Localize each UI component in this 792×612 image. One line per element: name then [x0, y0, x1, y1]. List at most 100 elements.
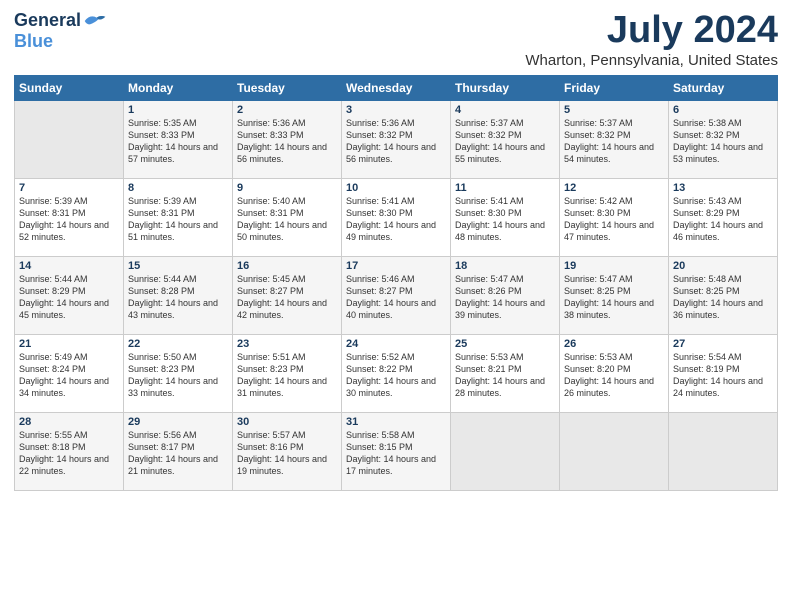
table-row: 5Sunrise: 5:37 AMSunset: 8:32 PMDaylight…: [560, 100, 669, 178]
cell-info: Sunrise: 5:44 AMSunset: 8:28 PMDaylight:…: [128, 273, 228, 322]
cell-info: Sunrise: 5:39 AMSunset: 8:31 PMDaylight:…: [128, 195, 228, 244]
calendar-week-row: 21Sunrise: 5:49 AMSunset: 8:24 PMDayligh…: [15, 334, 778, 412]
cell-info: Sunrise: 5:49 AMSunset: 8:24 PMDaylight:…: [19, 351, 119, 400]
table-row: 6Sunrise: 5:38 AMSunset: 8:32 PMDaylight…: [669, 100, 778, 178]
table-row: 17Sunrise: 5:46 AMSunset: 8:27 PMDayligh…: [342, 256, 451, 334]
calendar-week-row: 28Sunrise: 5:55 AMSunset: 8:18 PMDayligh…: [15, 412, 778, 490]
cell-info: Sunrise: 5:56 AMSunset: 8:17 PMDaylight:…: [128, 429, 228, 478]
table-row: [451, 412, 560, 490]
month-title: July 2024: [525, 10, 778, 52]
table-row: 20Sunrise: 5:48 AMSunset: 8:25 PMDayligh…: [669, 256, 778, 334]
day-number: 4: [455, 104, 555, 116]
cell-info: Sunrise: 5:53 AMSunset: 8:21 PMDaylight:…: [455, 351, 555, 400]
day-number: 26: [564, 338, 664, 350]
cell-info: Sunrise: 5:48 AMSunset: 8:25 PMDaylight:…: [673, 273, 773, 322]
day-number: 10: [346, 182, 446, 194]
location-text: Wharton, Pennsylvania, United States: [525, 52, 778, 69]
table-row: 7Sunrise: 5:39 AMSunset: 8:31 PMDaylight…: [15, 178, 124, 256]
table-row: 13Sunrise: 5:43 AMSunset: 8:29 PMDayligh…: [669, 178, 778, 256]
cell-info: Sunrise: 5:35 AMSunset: 8:33 PMDaylight:…: [128, 117, 228, 166]
table-row: 14Sunrise: 5:44 AMSunset: 8:29 PMDayligh…: [15, 256, 124, 334]
table-row: 18Sunrise: 5:47 AMSunset: 8:26 PMDayligh…: [451, 256, 560, 334]
calendar-week-row: 7Sunrise: 5:39 AMSunset: 8:31 PMDaylight…: [15, 178, 778, 256]
table-row: 19Sunrise: 5:47 AMSunset: 8:25 PMDayligh…: [560, 256, 669, 334]
header-monday: Monday: [124, 75, 233, 100]
cell-info: Sunrise: 5:55 AMSunset: 8:18 PMDaylight:…: [19, 429, 119, 478]
table-row: 26Sunrise: 5:53 AMSunset: 8:20 PMDayligh…: [560, 334, 669, 412]
table-row: 31Sunrise: 5:58 AMSunset: 8:15 PMDayligh…: [342, 412, 451, 490]
table-row: 8Sunrise: 5:39 AMSunset: 8:31 PMDaylight…: [124, 178, 233, 256]
table-row: 10Sunrise: 5:41 AMSunset: 8:30 PMDayligh…: [342, 178, 451, 256]
table-row: [669, 412, 778, 490]
day-number: 12: [564, 182, 664, 194]
day-number: 21: [19, 338, 119, 350]
cell-info: Sunrise: 5:43 AMSunset: 8:29 PMDaylight:…: [673, 195, 773, 244]
cell-info: Sunrise: 5:45 AMSunset: 8:27 PMDaylight:…: [237, 273, 337, 322]
cell-info: Sunrise: 5:57 AMSunset: 8:16 PMDaylight:…: [237, 429, 337, 478]
day-number: 5: [564, 104, 664, 116]
day-number: 8: [128, 182, 228, 194]
cell-info: Sunrise: 5:41 AMSunset: 8:30 PMDaylight:…: [346, 195, 446, 244]
day-number: 23: [237, 338, 337, 350]
main-container: General Blue July 2024 Wharton, Pennsylv…: [0, 0, 792, 499]
day-number: 9: [237, 182, 337, 194]
table-row: 23Sunrise: 5:51 AMSunset: 8:23 PMDayligh…: [233, 334, 342, 412]
calendar-week-row: 14Sunrise: 5:44 AMSunset: 8:29 PMDayligh…: [15, 256, 778, 334]
day-number: 11: [455, 182, 555, 194]
table-row: 21Sunrise: 5:49 AMSunset: 8:24 PMDayligh…: [15, 334, 124, 412]
day-number: 17: [346, 260, 446, 272]
day-number: 18: [455, 260, 555, 272]
table-row: 12Sunrise: 5:42 AMSunset: 8:30 PMDayligh…: [560, 178, 669, 256]
table-row: 9Sunrise: 5:40 AMSunset: 8:31 PMDaylight…: [233, 178, 342, 256]
header-tuesday: Tuesday: [233, 75, 342, 100]
cell-info: Sunrise: 5:41 AMSunset: 8:30 PMDaylight:…: [455, 195, 555, 244]
cell-info: Sunrise: 5:53 AMSunset: 8:20 PMDaylight:…: [564, 351, 664, 400]
cell-info: Sunrise: 5:46 AMSunset: 8:27 PMDaylight:…: [346, 273, 446, 322]
cell-info: Sunrise: 5:40 AMSunset: 8:31 PMDaylight:…: [237, 195, 337, 244]
cell-info: Sunrise: 5:39 AMSunset: 8:31 PMDaylight:…: [19, 195, 119, 244]
table-row: 25Sunrise: 5:53 AMSunset: 8:21 PMDayligh…: [451, 334, 560, 412]
day-number: 3: [346, 104, 446, 116]
logo-blue-text: Blue: [14, 31, 53, 51]
day-number: 22: [128, 338, 228, 350]
day-number: 19: [564, 260, 664, 272]
day-number: 2: [237, 104, 337, 116]
day-number: 25: [455, 338, 555, 350]
header-sunday: Sunday: [15, 75, 124, 100]
day-number: 31: [346, 416, 446, 428]
day-number: 1: [128, 104, 228, 116]
title-area: July 2024 Wharton, Pennsylvania, United …: [525, 10, 778, 69]
table-row: [15, 100, 124, 178]
cell-info: Sunrise: 5:36 AMSunset: 8:33 PMDaylight:…: [237, 117, 337, 166]
cell-info: Sunrise: 5:54 AMSunset: 8:19 PMDaylight:…: [673, 351, 773, 400]
day-number: 6: [673, 104, 773, 116]
table-row: 3Sunrise: 5:36 AMSunset: 8:32 PMDaylight…: [342, 100, 451, 178]
day-number: 14: [19, 260, 119, 272]
cell-info: Sunrise: 5:37 AMSunset: 8:32 PMDaylight:…: [455, 117, 555, 166]
header-wednesday: Wednesday: [342, 75, 451, 100]
cell-info: Sunrise: 5:47 AMSunset: 8:25 PMDaylight:…: [564, 273, 664, 322]
day-number: 29: [128, 416, 228, 428]
day-number: 20: [673, 260, 773, 272]
cell-info: Sunrise: 5:47 AMSunset: 8:26 PMDaylight:…: [455, 273, 555, 322]
logo-general-text: General: [14, 10, 81, 31]
cell-info: Sunrise: 5:38 AMSunset: 8:32 PMDaylight:…: [673, 117, 773, 166]
table-row: 22Sunrise: 5:50 AMSunset: 8:23 PMDayligh…: [124, 334, 233, 412]
cell-info: Sunrise: 5:42 AMSunset: 8:30 PMDaylight:…: [564, 195, 664, 244]
table-row: 27Sunrise: 5:54 AMSunset: 8:19 PMDayligh…: [669, 334, 778, 412]
cell-info: Sunrise: 5:44 AMSunset: 8:29 PMDaylight:…: [19, 273, 119, 322]
day-number: 28: [19, 416, 119, 428]
table-row: 1Sunrise: 5:35 AMSunset: 8:33 PMDaylight…: [124, 100, 233, 178]
table-row: 24Sunrise: 5:52 AMSunset: 8:22 PMDayligh…: [342, 334, 451, 412]
table-row: 28Sunrise: 5:55 AMSunset: 8:18 PMDayligh…: [15, 412, 124, 490]
cell-info: Sunrise: 5:50 AMSunset: 8:23 PMDaylight:…: [128, 351, 228, 400]
calendar-header-row: Sunday Monday Tuesday Wednesday Thursday…: [15, 75, 778, 100]
header-thursday: Thursday: [451, 75, 560, 100]
day-number: 27: [673, 338, 773, 350]
calendar-week-row: 1Sunrise: 5:35 AMSunset: 8:33 PMDaylight…: [15, 100, 778, 178]
table-row: 4Sunrise: 5:37 AMSunset: 8:32 PMDaylight…: [451, 100, 560, 178]
day-number: 16: [237, 260, 337, 272]
cell-info: Sunrise: 5:37 AMSunset: 8:32 PMDaylight:…: [564, 117, 664, 166]
day-number: 30: [237, 416, 337, 428]
cell-info: Sunrise: 5:51 AMSunset: 8:23 PMDaylight:…: [237, 351, 337, 400]
